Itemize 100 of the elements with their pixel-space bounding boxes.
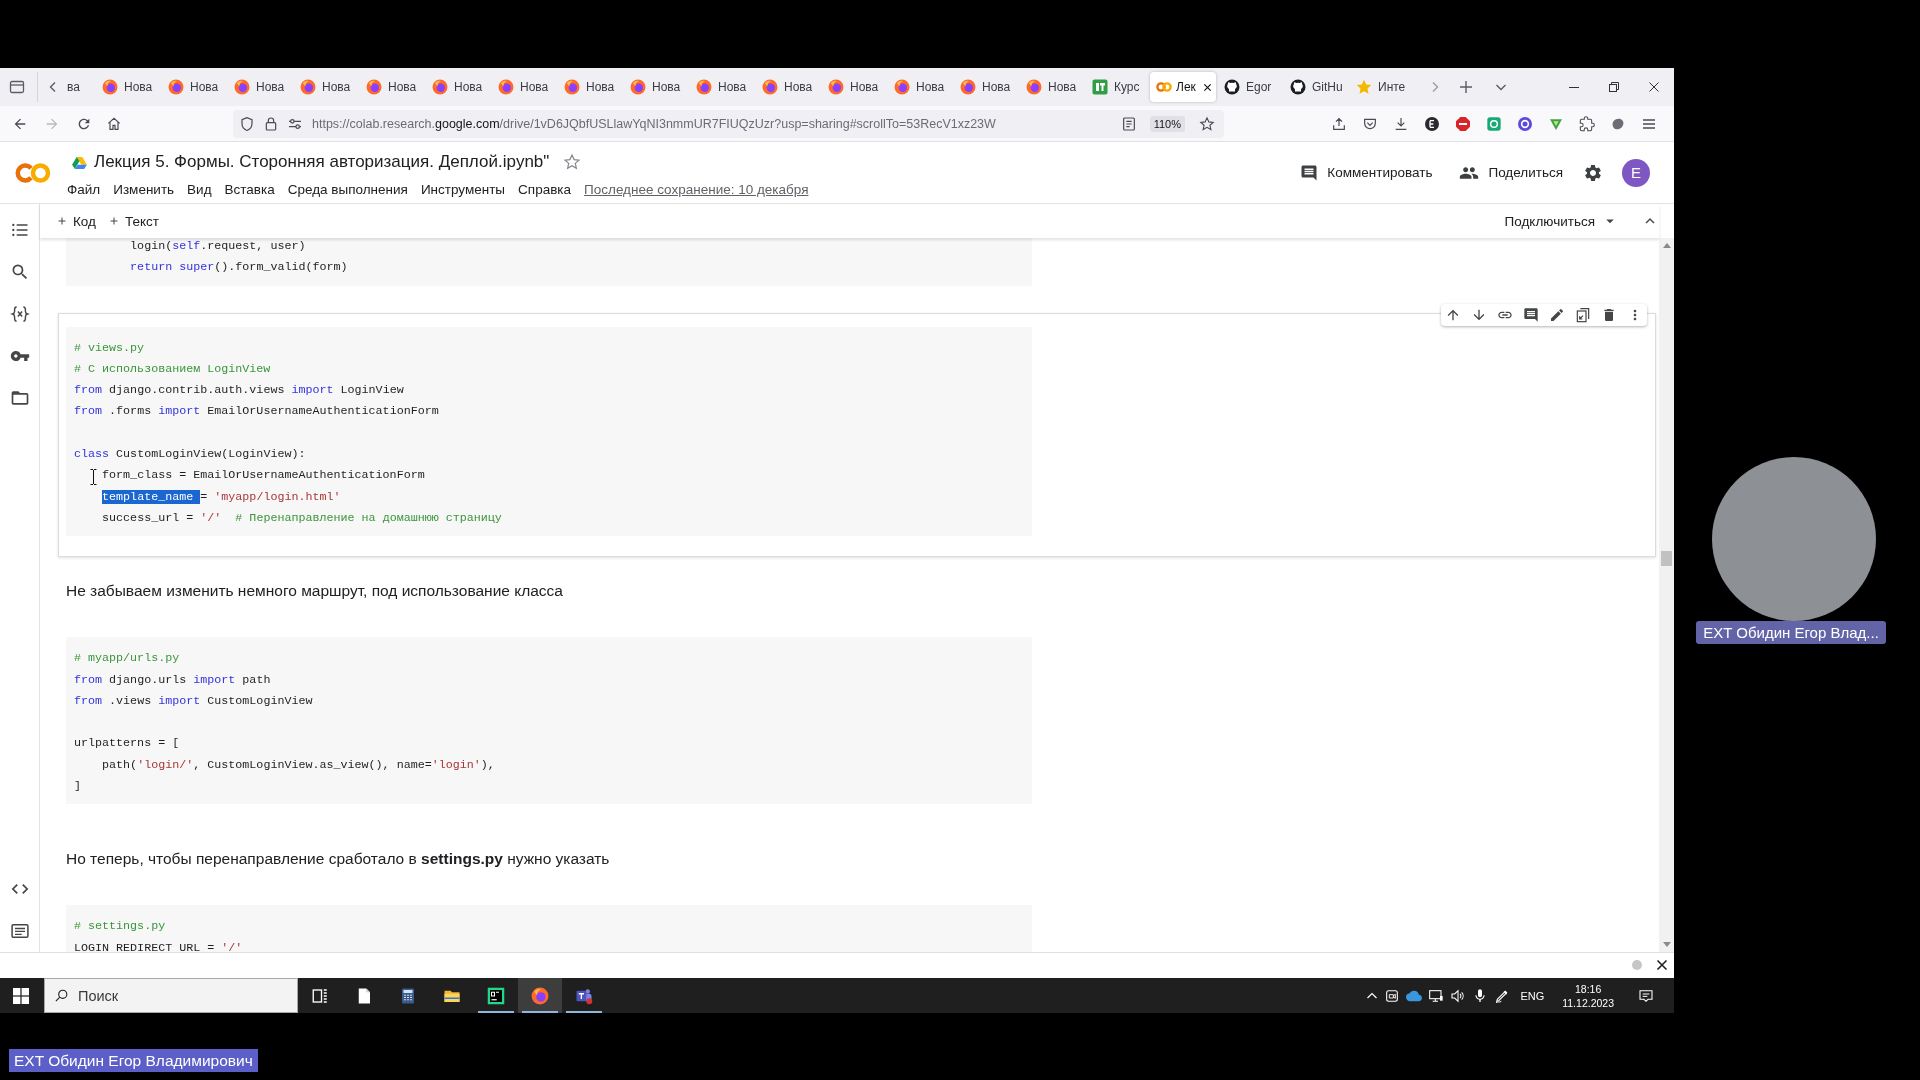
menu-item[interactable]: Файл — [67, 181, 101, 197]
terminal-icon[interactable] — [10, 921, 30, 941]
code-editor[interactable] — [66, 326, 1032, 537]
browser-tab[interactable]: Нова — [556, 72, 622, 102]
language-indicator[interactable]: ENG — [1520, 989, 1545, 1002]
code-editor[interactable]: login(self.request, user) return super().form_valid(form) — [66, 238, 1032, 286]
settings-icon[interactable] — [1583, 162, 1603, 183]
account-avatar[interactable]: E — [1622, 158, 1650, 187]
clock-time[interactable]: 18:16 — [1574, 981, 1602, 996]
camera-icon[interactable] — [1384, 987, 1401, 1004]
browser-tab[interactable]: Нова — [292, 72, 358, 102]
rings-logo-icon[interactable] — [15, 161, 51, 184]
connect-button[interactable]: Подключиться — [1504, 213, 1595, 229]
comment-icon[interactable] — [1523, 306, 1539, 323]
browser-tab[interactable]: Нова — [94, 72, 160, 102]
code-line: urlpatterns = [ — [74, 736, 180, 751]
close-icon[interactable] — [1202, 82, 1212, 92]
zoom-level-button[interactable]: 110% — [1149, 115, 1185, 132]
menu-item[interactable]: Справка — [518, 181, 572, 197]
code-line: template_name = 'myapp/login.html' — [102, 489, 341, 504]
browser-tab[interactable]: GitHu — [1282, 72, 1348, 102]
square-badge-icon[interactable] — [1486, 115, 1502, 132]
menu-item[interactable]: Вид — [187, 181, 212, 197]
browser-tab[interactable]: Инте — [1348, 72, 1414, 102]
triangle-logo-icon[interactable] — [72, 155, 87, 169]
speaker-icon[interactable] — [1450, 987, 1467, 1004]
code-line: # settings.py — [74, 919, 166, 934]
last-saved-link[interactable]: Последнее сохранение: 10 декабря — [584, 181, 809, 197]
menu-item[interactable]: Среда выполнения — [287, 181, 408, 197]
puzzle-piece-icon[interactable] — [1579, 115, 1595, 132]
code-line: # myapp/urls.py — [74, 651, 180, 666]
lock-icon[interactable] — [263, 115, 279, 132]
star-icon[interactable] — [563, 153, 582, 171]
code-line: from django.contrib.auth.views import LoginView — [74, 383, 404, 398]
scroll-down-icon[interactable] — [1662, 942, 1671, 948]
shield-icon[interactable] — [239, 115, 255, 132]
variables-icon[interactable] — [10, 304, 30, 324]
browser-tab[interactable]: Нова — [1018, 72, 1084, 102]
browser-logo-icon — [696, 79, 712, 95]
pencil-icon[interactable] — [1549, 306, 1565, 323]
browser-logo-icon — [1026, 79, 1042, 95]
search-field[interactable]: Поиск — [44, 978, 298, 1013]
share-button[interactable]: Поделиться — [1459, 162, 1563, 183]
browser-logo-icon — [366, 79, 382, 95]
reader-view-icon[interactable] — [1120, 115, 1137, 132]
browser-tab[interactable]: Курс — [1084, 72, 1150, 102]
code-editor[interactable]: # myapp/urls.py from django.urls import path from .views import CustomLoginView urlpatterns = [ path('login/', CustomLoginView.as_view(), name='login'), ] — [66, 637, 1032, 805]
windows-logo-icon[interactable] — [13, 987, 29, 1004]
message-icon[interactable] — [1638, 987, 1654, 1004]
monitor-icon[interactable] — [1428, 987, 1445, 1004]
scrollbar[interactable] — [1659, 238, 1674, 952]
trash-icon[interactable] — [1601, 306, 1617, 323]
browser-tab[interactable]: Нова — [160, 72, 226, 102]
browser-logo-icon — [300, 79, 316, 95]
code-line: from .forms import EmailOrUsernameAuthenticationForm — [74, 404, 439, 419]
address-bar[interactable]: https://colab.research.google.com/drive/1vD6JQbfUSLlawYqNI3nmmUR7FIUQzUzr?usp=sharing#scrollTo=53RecV1xz23W 110% — [233, 109, 1224, 138]
browser-logo-icon — [531, 986, 549, 1005]
code-editor[interactable]: # settings.py LOGIN REDIRECT URL = '/' — [66, 905, 1032, 952]
browser-tab[interactable]: Нова — [886, 72, 952, 102]
browser-tab[interactable]: Нова — [820, 72, 886, 102]
browser-tab[interactable]: Нова — [490, 72, 556, 102]
browser-tab[interactable]: Egor — [1216, 72, 1282, 102]
notebook-title[interactable]: Лекция 5. Формы. Сторонняя авторизация. Деплой.ipynb" — [94, 152, 550, 172]
home-icon[interactable] — [106, 115, 122, 132]
browser-tab[interactable]: Нова — [688, 72, 754, 102]
clock-date[interactable]: 11.12.2023 — [1562, 995, 1614, 1010]
status-dot-icon — [1632, 959, 1642, 970]
star-icon[interactable] — [1199, 115, 1215, 132]
upload-tray-icon[interactable] — [1331, 115, 1347, 132]
scrollbar-thumb[interactable] — [1661, 551, 1672, 566]
task-view-icon — [311, 986, 329, 1005]
menu-item[interactable]: Изменить — [113, 181, 175, 197]
browser-tab[interactable]: Нова — [622, 72, 688, 102]
search-icon[interactable] — [10, 262, 30, 282]
add-text-button[interactable]: Текст — [107, 213, 159, 229]
comment-button[interactable]: Комментировать — [1300, 163, 1433, 182]
browser-tab[interactable]: Нова — [424, 72, 490, 102]
menu-item[interactable]: Инструменты — [420, 181, 506, 197]
close-icon[interactable] — [1656, 958, 1668, 971]
browser-tab[interactable]: ва — [60, 72, 94, 102]
browser-tab[interactable]: Нова — [226, 72, 292, 102]
extension-disc-icon[interactable] — [1424, 115, 1440, 132]
scroll-up-icon[interactable] — [1662, 242, 1671, 248]
code-line: path('login/', CustomLoginView.as_view(), name='login'), — [102, 757, 495, 772]
stop-sign-icon[interactable] — [1455, 115, 1471, 132]
browser-tab[interactable]: Нова — [754, 72, 820, 102]
ring-icon[interactable] — [1517, 115, 1533, 132]
plus-icon[interactable] — [1459, 80, 1473, 94]
browser-tab[interactable]: Нова — [358, 72, 424, 102]
browser-logo-icon — [762, 79, 778, 95]
plus-icon — [56, 215, 68, 227]
folder-icon[interactable] — [10, 388, 30, 408]
browser-tab[interactable]: Нова — [952, 72, 1018, 102]
window-icon[interactable] — [9, 79, 25, 95]
download-icon[interactable] — [1393, 115, 1409, 132]
mirror-cell-icon[interactable] — [1575, 306, 1591, 323]
code-line: # С использованием LoginView — [74, 361, 271, 376]
menu-item[interactable]: Вставка — [224, 181, 275, 197]
browser-tab[interactable]: Лек — [1150, 72, 1216, 102]
add-code-button[interactable]: Код — [56, 213, 96, 229]
